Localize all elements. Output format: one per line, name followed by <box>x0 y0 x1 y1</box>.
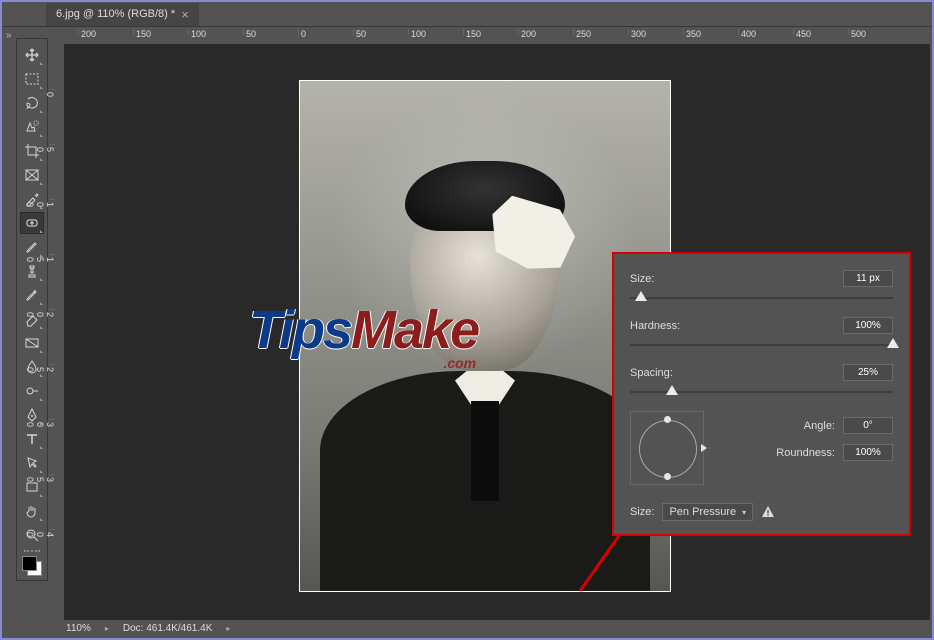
spacing-slider[interactable] <box>630 385 893 399</box>
expand-panels-icon[interactable]: » <box>6 30 12 41</box>
size-input[interactable] <box>843 270 893 287</box>
warning-icon <box>761 505 775 519</box>
doc-size: Doc: 461.4K/461.4K <box>123 623 213 634</box>
angle-label: Angle: <box>804 420 835 432</box>
stamp-tool-icon[interactable] <box>20 260 44 282</box>
tab-title: 6.jpg @ 110% (RGB/8) * <box>56 8 175 20</box>
brush-angle-control[interactable] <box>630 411 704 485</box>
hardness-label: Hardness: <box>630 320 680 332</box>
frame-tool-icon[interactable] <box>20 164 44 186</box>
spacing-label: Spacing: <box>630 367 673 379</box>
path-select-tool-icon[interactable] <box>20 452 44 474</box>
heal-tool-icon[interactable] <box>20 212 44 234</box>
chevron-down-icon: ▾ <box>742 508 746 517</box>
fg-color-swatch[interactable] <box>22 556 37 571</box>
status-bar: 110% ▸ Doc: 461.4K/461.4K ▸ <box>48 620 930 636</box>
dynamics-size-select[interactable]: Pen Pressure ▾ <box>662 503 753 521</box>
zoom-level[interactable]: 110% <box>66 623 91 634</box>
app-window: 6.jpg @ 110% (RGB/8) * × » <box>0 0 934 640</box>
history-brush-tool-icon[interactable] <box>20 284 44 306</box>
dodge-tool-icon[interactable] <box>20 380 44 402</box>
gradient-tool-icon[interactable] <box>20 332 44 354</box>
brush-tool-icon[interactable] <box>20 236 44 258</box>
spacing-input[interactable] <box>843 364 893 381</box>
document-tabbar: 6.jpg @ 110% (RGB/8) * × <box>2 2 932 27</box>
size-label: Size: <box>630 273 654 285</box>
hardness-slider[interactable] <box>630 338 893 352</box>
move-tool-icon[interactable] <box>20 44 44 66</box>
hand-tool-icon[interactable] <box>20 500 44 522</box>
size-slider[interactable] <box>630 291 893 305</box>
document-tab[interactable]: 6.jpg @ 110% (RGB/8) * × <box>46 3 199 26</box>
hardness-input[interactable] <box>843 317 893 334</box>
lasso-tool-icon[interactable] <box>20 92 44 114</box>
color-swatches[interactable] <box>22 556 42 576</box>
angle-input[interactable] <box>843 417 893 434</box>
marquee-tool-icon[interactable] <box>20 68 44 90</box>
brush-settings-panel: Size: Hardness: Spacing: <box>614 254 909 534</box>
quickselect-tool-icon[interactable] <box>20 116 44 138</box>
type-tool-icon[interactable] <box>20 428 44 450</box>
ruler-vertical[interactable]: 0 50 100 150 200 250 300 350 400 <box>48 44 65 622</box>
close-icon[interactable]: × <box>181 7 189 22</box>
ruler-horizontal[interactable]: 200 150 100 50 0 50 100 150 200 250 300 … <box>48 28 930 45</box>
canvas-area[interactable]: TipsMake .com Size: Hardness: <box>64 44 930 622</box>
chevron-right-icon[interactable]: ▸ <box>226 624 230 633</box>
chevron-right-icon[interactable]: ▸ <box>105 624 109 633</box>
roundness-label: Roundness: <box>776 447 835 459</box>
dynamics-size-label: Size: <box>630 506 654 518</box>
roundness-input[interactable] <box>843 444 893 461</box>
toolbox <box>16 38 48 581</box>
